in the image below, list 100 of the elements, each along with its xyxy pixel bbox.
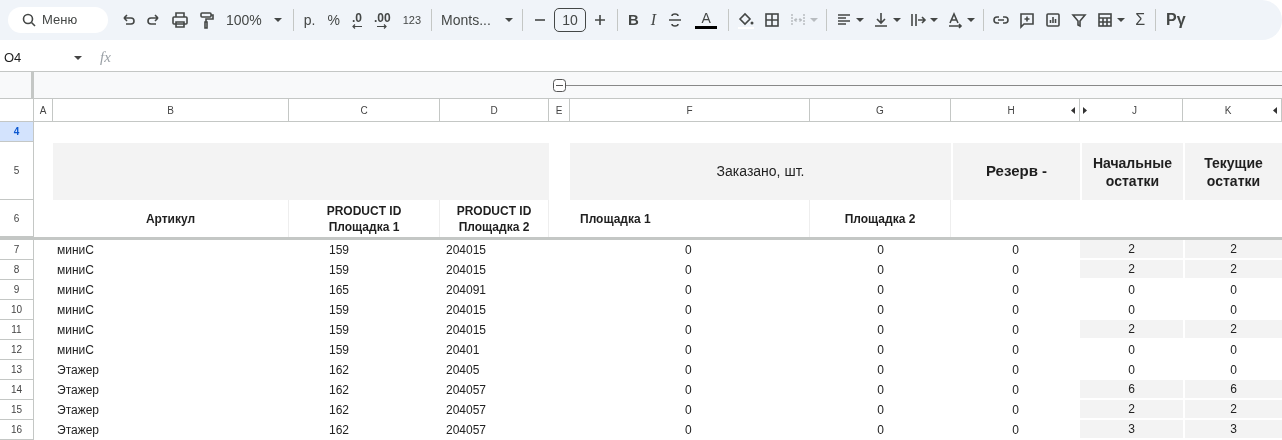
table-cell-text: 0 [684,422,693,439]
table-cell-text: 204015 [445,322,488,339]
table-cell-text: 0 [876,262,885,279]
column-header[interactable]: G [810,99,951,122]
column-header[interactable]: A [34,99,53,122]
table-cell-text: 0 [1011,382,1020,399]
table-cell-text: 0 [876,302,885,319]
table-cell-text: 162 [327,362,350,379]
caret-icon[interactable] [930,18,939,22]
column-header[interactable]: F [570,99,810,122]
table-cell-text: 204057 [445,422,488,439]
table-cell-text: 0 [684,282,693,299]
row-header[interactable]: 11 [0,320,34,340]
filter-icon[interactable] [1070,11,1089,29]
column-header[interactable]: D [440,99,549,122]
row-header[interactable]: 5 [0,142,34,200]
font-dropdown[interactable]: Monts... [437,6,517,34]
table-cell-text: 0 [876,342,885,359]
print-icon[interactable] [171,11,189,29]
table-cell-text: миниС [56,262,95,279]
table-cell-text: 204091 [445,282,488,299]
zoom-dropdown[interactable]: 100% [220,6,288,34]
name-box[interactable]: O4 [4,47,22,68]
row-header[interactable]: 13 [0,360,34,380]
table-cell-text: 204057 [445,382,488,399]
table-cell-text: 0 [1011,262,1020,279]
table-cell: 2 [1080,320,1183,340]
column-title: Начальные остатки [1080,143,1183,200]
percent-button[interactable]: % [322,6,345,34]
column-header[interactable]: C [289,99,440,122]
row-header[interactable]: 16 [0,420,34,440]
table-cell-text: 0 [684,242,693,259]
table-cell-text: 159 [327,302,350,319]
table-cell-text: миниС [56,342,95,359]
row-header[interactable]: 4 [0,122,34,142]
table-cell: 2 [1080,240,1183,260]
bold-button[interactable]: B [623,6,644,34]
row-header[interactable]: 15 [0,400,34,420]
table-cell-text: 0 [1011,302,1020,319]
row-header[interactable]: 9 [0,280,34,300]
font-size-field[interactable]: 10 [554,8,586,32]
increase-decimals-button[interactable]: .00 [368,6,396,34]
table-cell: 2 [1183,400,1282,420]
table-cell-text: 0 [684,362,693,379]
paint-bucket-icon[interactable] [737,11,756,29]
functions-button[interactable]: Σ [1130,6,1151,34]
table-cell-text: 0 [684,322,693,339]
table-cell-text: 0 [876,282,885,299]
table-cell-text: миниС [56,322,95,339]
table-cell-text: 0 [876,322,885,339]
arrow-left-icon[interactable] [351,23,362,29]
table-cell-text: 204015 [445,262,488,279]
table-cell-text: Этажер [56,422,101,439]
table-cell-text: 204015 [445,242,488,259]
grid-icon[interactable] [763,11,782,29]
row-header[interactable]: 6 [0,200,34,237]
italic-button[interactable]: I [645,6,662,34]
row-header[interactable]: 7 [0,240,34,260]
caret-icon[interactable] [1117,18,1126,22]
caret-icon[interactable] [893,18,902,22]
row-header[interactable]: 10 [0,300,34,320]
text-rotation-icon[interactable] [946,11,965,29]
decrease-decimals-button[interactable]: .0 [346,6,367,34]
comment-plus-icon[interactable] [1018,11,1037,29]
caret-icon[interactable] [74,55,82,60]
table-cell-text: 0 [876,242,885,259]
column-header[interactable]: E [549,99,570,122]
hidden-column-arrow-icon[interactable] [1273,106,1277,114]
text-color-button[interactable]: A [689,6,724,34]
column-header[interactable]: H [951,99,1080,122]
arrow-right-icon[interactable] [377,23,388,29]
collapse-group-icon[interactable] [553,78,566,92]
table-cell-text: Этажер [56,382,101,399]
row-header[interactable]: 8 [0,260,34,280]
column-header[interactable]: J [1080,99,1183,122]
currency-button[interactable]: р. [298,6,321,34]
chart-icon[interactable] [1044,11,1063,29]
table-cell: 2 [1183,260,1282,280]
menu-search-button[interactable]: Меню [8,7,108,33]
column-header[interactable]: K [1183,99,1282,122]
caret-icon[interactable] [505,18,513,22]
calculator-icon[interactable] [1096,11,1115,29]
table-cell: 3 [1080,420,1183,440]
script-button[interactable]: Pγ [1161,6,1191,34]
search-icon[interactable] [22,13,36,27]
text-wrap-icon[interactable] [909,11,928,29]
table-cell-text: 159 [327,242,350,259]
row-header[interactable]: 12 [0,340,34,360]
caret-icon[interactable] [967,18,976,22]
caret-icon[interactable] [856,18,865,22]
caret-icon[interactable] [273,18,282,22]
table-cell-text: 0 [876,362,885,379]
number-format-button[interactable]: 123 [397,6,426,34]
column-header[interactable]: B [53,99,289,122]
table-cell-text: Этажер [56,402,101,419]
group-header: Заказано, шт. [570,143,951,200]
formula-label: fx [100,48,111,68]
paint-roller-icon[interactable] [197,11,215,29]
table-cell: 6 [1183,380,1282,400]
row-header[interactable]: 14 [0,380,34,400]
